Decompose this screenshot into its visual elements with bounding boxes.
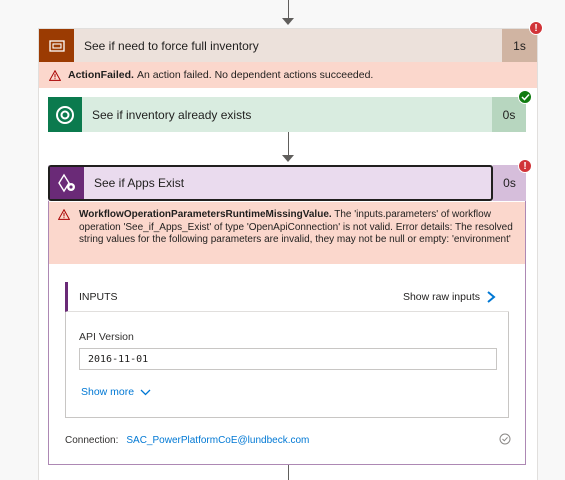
success-status-icon — [518, 90, 532, 104]
action-card-apps-exist[interactable]: See if Apps Exist 0s — [48, 165, 526, 201]
error-message: An action failed. No dependent actions s… — [136, 69, 374, 81]
error-code: ActionFailed. — [68, 69, 134, 81]
chevron-down-icon — [140, 389, 151, 395]
connection-link[interactable]: SAC_PowerPlatformCoE@lundbeck.com — [126, 435, 309, 446]
warning-icon — [58, 209, 70, 220]
chevron-right-icon — [487, 290, 496, 303]
error-code: WorkflowOperationParametersRuntimeMissin… — [79, 209, 332, 220]
action-title: See if need to force full inventory — [84, 38, 259, 53]
action-card-force-full-inventory[interactable]: See if need to force full inventory 1s — [39, 29, 537, 62]
connection-row: Connection: SAC_PowerPlatformCoE@lundbeck… — [65, 435, 309, 446]
connector-arrow-top — [282, 18, 294, 25]
inputs-title: INPUTS — [79, 290, 118, 303]
show-raw-inputs-link[interactable]: Show raw inputs — [403, 291, 509, 303]
action-title: See if Apps Exist — [94, 176, 185, 190]
connection-check-icon — [499, 433, 511, 445]
connector-middle — [288, 132, 289, 156]
connector-arrow-middle — [282, 155, 294, 162]
failed-status-icon: ! — [518, 159, 532, 173]
connector-bottom — [288, 465, 289, 480]
dataverse-icon — [48, 97, 82, 132]
condition-icon — [39, 29, 74, 62]
inputs-header: INPUTS Show raw inputs — [65, 282, 509, 312]
power-platform-admin-icon — [50, 167, 84, 199]
action-title: See if inventory already exists — [92, 107, 252, 122]
warning-icon — [49, 69, 61, 81]
api-version-field: 2016-11-01 — [79, 348, 497, 370]
error-banner: WorkflowOperationParametersRuntimeMissin… — [49, 202, 525, 264]
action-card-inventory-exists[interactable]: See if inventory already exists 0s — [48, 97, 526, 132]
failed-status-icon: ! — [529, 21, 543, 35]
connection-label: Connection: — [65, 435, 119, 446]
error-banner: ActionFailed. An action failed. No depen… — [39, 62, 537, 88]
connector-top — [288, 0, 289, 20]
api-version-label: API Version — [79, 331, 134, 343]
show-more-button[interactable]: Show more — [81, 386, 151, 398]
